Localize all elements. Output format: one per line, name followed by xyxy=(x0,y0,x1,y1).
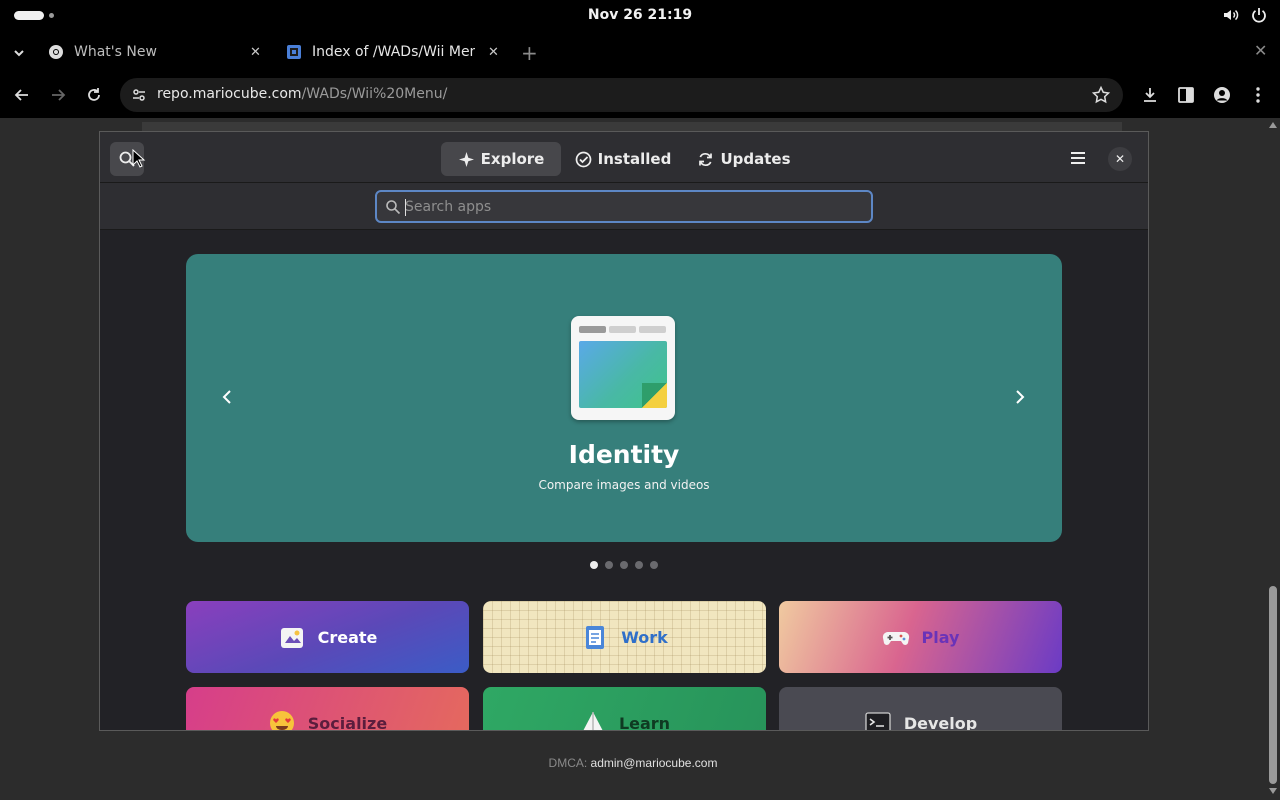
carousel-page-indicator xyxy=(590,561,658,569)
gamepad-icon xyxy=(882,623,910,651)
tab-updates[interactable]: Updates xyxy=(692,142,796,176)
address-bar[interactable]: repo.mariocube.com/WADs/Wii%20Menu/ xyxy=(120,78,1123,112)
check-circle-icon xyxy=(575,151,592,167)
category-work[interactable]: Work xyxy=(483,601,766,673)
icon-toolbar-segment xyxy=(639,326,666,333)
profile-avatar-icon[interactable] xyxy=(1212,85,1232,105)
featured-app-name: Identity xyxy=(568,440,680,469)
window-close-icon[interactable]: ✕ xyxy=(1254,41,1267,60)
create-icon xyxy=(278,623,306,651)
featured-carousel[interactable]: Identity Compare images and videos xyxy=(186,254,1062,542)
carousel-dot[interactable] xyxy=(650,561,658,569)
software-header-bar: Explore Installed Updates ✕ xyxy=(100,132,1148,183)
document-icon xyxy=(287,45,301,59)
site-info-icon[interactable] xyxy=(130,86,148,104)
tab-search-chevron-icon[interactable] xyxy=(10,44,28,62)
mouse-cursor-icon xyxy=(132,149,146,168)
explore-page: Identity Compare images and videos Creat… xyxy=(100,231,1148,731)
carousel-next-icon[interactable] xyxy=(1010,387,1030,407)
kebab-menu-icon[interactable] xyxy=(1248,85,1268,105)
sparkle-icon xyxy=(458,151,474,167)
scroll-up-arrow-icon[interactable] xyxy=(1269,122,1277,128)
carousel-dot[interactable] xyxy=(635,561,643,569)
browser-tab-strip: What's New ✕ Index of /WADs/Wii Menu ✕ +… xyxy=(0,32,1280,72)
tab-explore-label: Explore xyxy=(480,150,545,168)
tab-title: What's New xyxy=(74,44,157,60)
url-text[interactable]: repo.mariocube.com/WADs/Wii%20Menu/ xyxy=(157,86,447,102)
featured-app-description: Compare images and videos xyxy=(538,478,710,492)
identity-app-icon xyxy=(571,316,675,420)
refresh-icon xyxy=(699,152,713,166)
category-socialize[interactable]: Socialize xyxy=(186,687,469,731)
system-clock[interactable]: Nov 26 21:19 xyxy=(540,7,740,23)
tab-installed[interactable]: Installed xyxy=(570,142,676,176)
back-arrow-icon[interactable] xyxy=(12,85,32,105)
work-icon xyxy=(581,623,609,651)
url-host: repo.mariocube.com xyxy=(157,86,302,102)
bookmark-star-icon[interactable] xyxy=(1091,85,1111,105)
terminal-icon xyxy=(864,709,892,730)
dmca-label: DMCA: xyxy=(548,756,588,770)
tab-whats-new[interactable]: What's New ✕ xyxy=(48,36,270,68)
hamburger-menu-icon[interactable] xyxy=(1070,150,1086,166)
carousel-dot[interactable] xyxy=(590,561,598,569)
category-learn[interactable]: Learn xyxy=(483,687,766,731)
carousel-dot[interactable] xyxy=(605,561,613,569)
tab-explore[interactable]: Explore xyxy=(441,142,561,176)
reload-icon[interactable] xyxy=(84,85,104,105)
icon-toolbar-segment xyxy=(579,326,606,333)
category-label: Socialize xyxy=(307,713,388,731)
forward-arrow-icon[interactable] xyxy=(48,85,68,105)
category-label: Develop xyxy=(903,713,978,731)
search-apps-field[interactable] xyxy=(375,190,873,223)
tab-index-wads[interactable]: Index of /WADs/Wii Menu ✕ xyxy=(286,36,508,68)
icon-toolbar-segment xyxy=(609,326,636,333)
system-tray[interactable] xyxy=(1222,6,1268,24)
category-label: Learn xyxy=(618,713,671,731)
text-caret xyxy=(405,199,406,216)
carousel-prev-icon[interactable] xyxy=(217,387,237,407)
heart-eyes-icon xyxy=(268,709,296,730)
workspace-pill xyxy=(14,11,44,20)
search-apps-input[interactable] xyxy=(405,196,865,218)
power-icon xyxy=(1252,8,1266,23)
category-label: Work xyxy=(621,627,668,647)
workspace-dot xyxy=(49,13,54,18)
learn-icon xyxy=(579,709,607,730)
volume-icon xyxy=(1224,9,1239,21)
browser-toolbar: repo.mariocube.com/WADs/Wii%20Menu/ xyxy=(0,72,1280,118)
tab-installed-label: Installed xyxy=(597,150,672,168)
tab-close-icon[interactable]: ✕ xyxy=(250,45,261,60)
search-icon xyxy=(386,200,401,215)
new-tab-plus-icon[interactable]: + xyxy=(521,41,538,65)
tab-title: Index of /WADs/Wii Menu xyxy=(312,44,475,60)
category-create[interactable]: Create xyxy=(186,601,469,673)
category-label: Play xyxy=(921,627,960,647)
scroll-down-arrow-icon[interactable] xyxy=(1269,788,1277,794)
page-scrollbar[interactable] xyxy=(1266,118,1280,800)
category-develop[interactable]: Develop xyxy=(779,687,1062,731)
tab-close-icon[interactable]: ✕ xyxy=(488,45,499,60)
activities-indicator[interactable] xyxy=(14,11,54,21)
chrome-icon xyxy=(49,45,63,59)
scrollbar-thumb[interactable] xyxy=(1269,586,1277,784)
side-panel-icon[interactable] xyxy=(1176,85,1196,105)
close-window-button[interactable]: ✕ xyxy=(1108,147,1132,171)
category-label: Create xyxy=(317,627,378,647)
tab-updates-label: Updates xyxy=(720,150,791,168)
dmca-email-link[interactable]: admin@mariocube.com xyxy=(591,756,718,770)
download-icon[interactable] xyxy=(1140,85,1160,105)
category-play[interactable]: Play xyxy=(779,601,1062,673)
system-top-bar: Nov 26 21:19 xyxy=(0,0,1280,32)
page-footer: DMCA: admin@mariocube.com xyxy=(0,756,1266,770)
search-bar xyxy=(100,183,1148,230)
icon-image-corner xyxy=(642,383,667,408)
software-window: Explore Installed Updates ✕ Search apps … xyxy=(99,131,1149,731)
url-path: /WADs/Wii%20Menu/ xyxy=(301,86,448,102)
icon-image-frame xyxy=(579,341,667,408)
carousel-dot[interactable] xyxy=(620,561,628,569)
